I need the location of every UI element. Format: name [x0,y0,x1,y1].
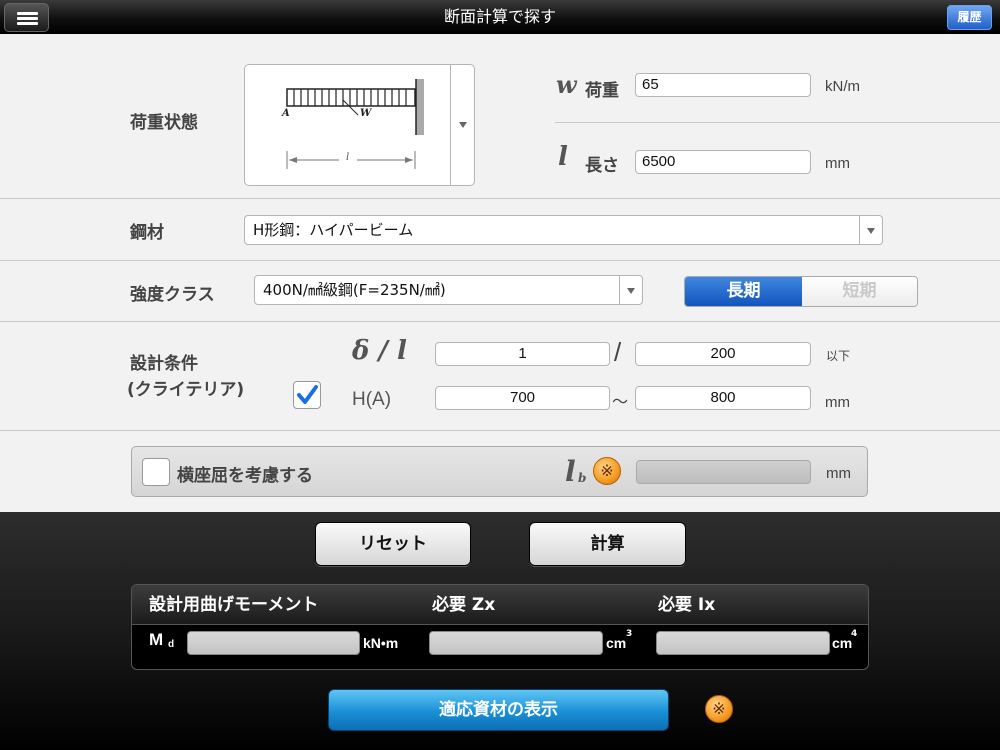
divider [555,122,1000,123]
result-header: 設計用曲げモーメント 必要 Zx 必要 Ix [132,585,868,625]
w-symbol: w [556,70,577,99]
length-unit: mm [825,155,850,172]
chevron-down-icon [867,228,875,234]
load-input[interactable]: 65 [635,73,811,97]
steel-dropdown-button[interactable] [859,216,882,244]
history-button[interactable]: 履歴 [947,5,992,30]
w-label: 荷重 [585,81,619,101]
top-bar: 断面計算で探す 履歴 [0,0,1000,34]
ix-exponent: 4 [851,629,858,639]
diagram-dropdown-button[interactable] [450,65,474,185]
moment-unit: kN•m [363,635,399,651]
lb-symbol: l [565,455,576,488]
ix-unit: cm [832,635,853,651]
md-label: M [149,630,164,649]
steel-label: 鋼材 [130,223,164,243]
height-max-input[interactable]: 800 [635,386,811,410]
diagram-left-label: A [282,108,290,119]
l-label: 長さ [585,156,619,176]
load-row: 荷重状態 [0,34,1000,199]
lb-input[interactable] [636,460,811,484]
buckling-checkbox[interactable] [142,458,170,486]
strength-label: 強度クラス [130,285,215,305]
buckling-panel: 横座屈を考慮する l b ※ mm [131,446,868,497]
steel-select[interactable]: H形鋼：ハイパービーム [244,215,883,245]
moment-header: 設計用曲げモーメント [149,595,319,615]
term-segmented-control[interactable]: 長期 短期 [684,276,918,307]
chevron-down-icon [627,288,635,294]
lb-unit: mm [826,465,851,482]
long-term-tab[interactable]: 長期 [685,277,802,306]
note-badge-icon[interactable]: ※ [593,457,621,485]
result-panel: 設計用曲げモーメント 必要 Zx 必要 Ix M d kN•m cm 3 cm … [131,584,869,670]
zx-exponent: 3 [626,629,633,639]
short-term-tab[interactable]: 短期 [802,277,917,306]
ratio-numerator-input[interactable]: 1 [435,342,610,366]
load-label: 荷重状態 [130,113,198,133]
criteria-sublabel: (クライテリア) [127,380,245,400]
ratio-unit: 以下 [826,349,851,363]
zx-unit: cm [606,635,627,651]
height-label: H(A) [352,389,392,410]
height-unit: mm [825,394,850,411]
buckling-label: 横座屈を考慮する [177,466,313,486]
height-range-separator: ～ [612,392,629,411]
strength-value: 400N/㎟級鋼(F=235N/㎟) [263,281,446,299]
diagram-w-label: W [360,108,372,119]
load-diagram-select[interactable]: A W l [244,64,475,186]
load-unit: kN/m [825,78,860,95]
calculate-button[interactable]: 計算 [529,522,686,566]
diagram-span-label: l [346,152,350,163]
l-symbol: l [558,142,568,172]
show-materials-button[interactable]: 適応資材の表示 [328,689,669,731]
cantilever-diagram-icon [286,79,424,169]
ratio-separator: / [614,337,622,367]
md-subscript: d [168,639,175,650]
chevron-down-icon [459,122,467,128]
steel-row: 鋼材 H形鋼：ハイパービーム [0,199,1000,261]
strength-select[interactable]: 400N/㎟級鋼(F=235N/㎟) [254,275,643,305]
criteria-label: 設計条件 [130,354,198,374]
steel-value: H形鋼：ハイパービーム [253,221,414,239]
length-input[interactable]: 6500 [635,150,811,174]
note-badge-icon[interactable]: ※ [705,695,733,723]
zx-output [429,631,603,655]
zx-header: 必要 Zx [432,595,496,615]
deflection-ratio-symbol: δ / l [352,336,407,366]
ratio-denominator-input[interactable]: 200 [635,342,811,366]
reset-button[interactable]: リセット [315,522,471,566]
lb-subscript: b [578,471,587,485]
results-area: リセット 計算 設計用曲げモーメント 必要 Zx 必要 Ix M d kN•m … [0,512,1000,750]
height-min-input[interactable]: 700 [435,386,610,410]
checkmark-icon [297,385,318,404]
strength-dropdown-button[interactable] [619,276,642,304]
page-title: 断面計算で探す [443,7,556,26]
moment-output [187,631,360,655]
criteria-row: 設計条件 (クライテリア) [0,322,1000,431]
criteria-checkbox[interactable] [293,381,321,409]
ix-header: 必要 Ix [658,595,716,615]
ix-output [656,631,830,655]
